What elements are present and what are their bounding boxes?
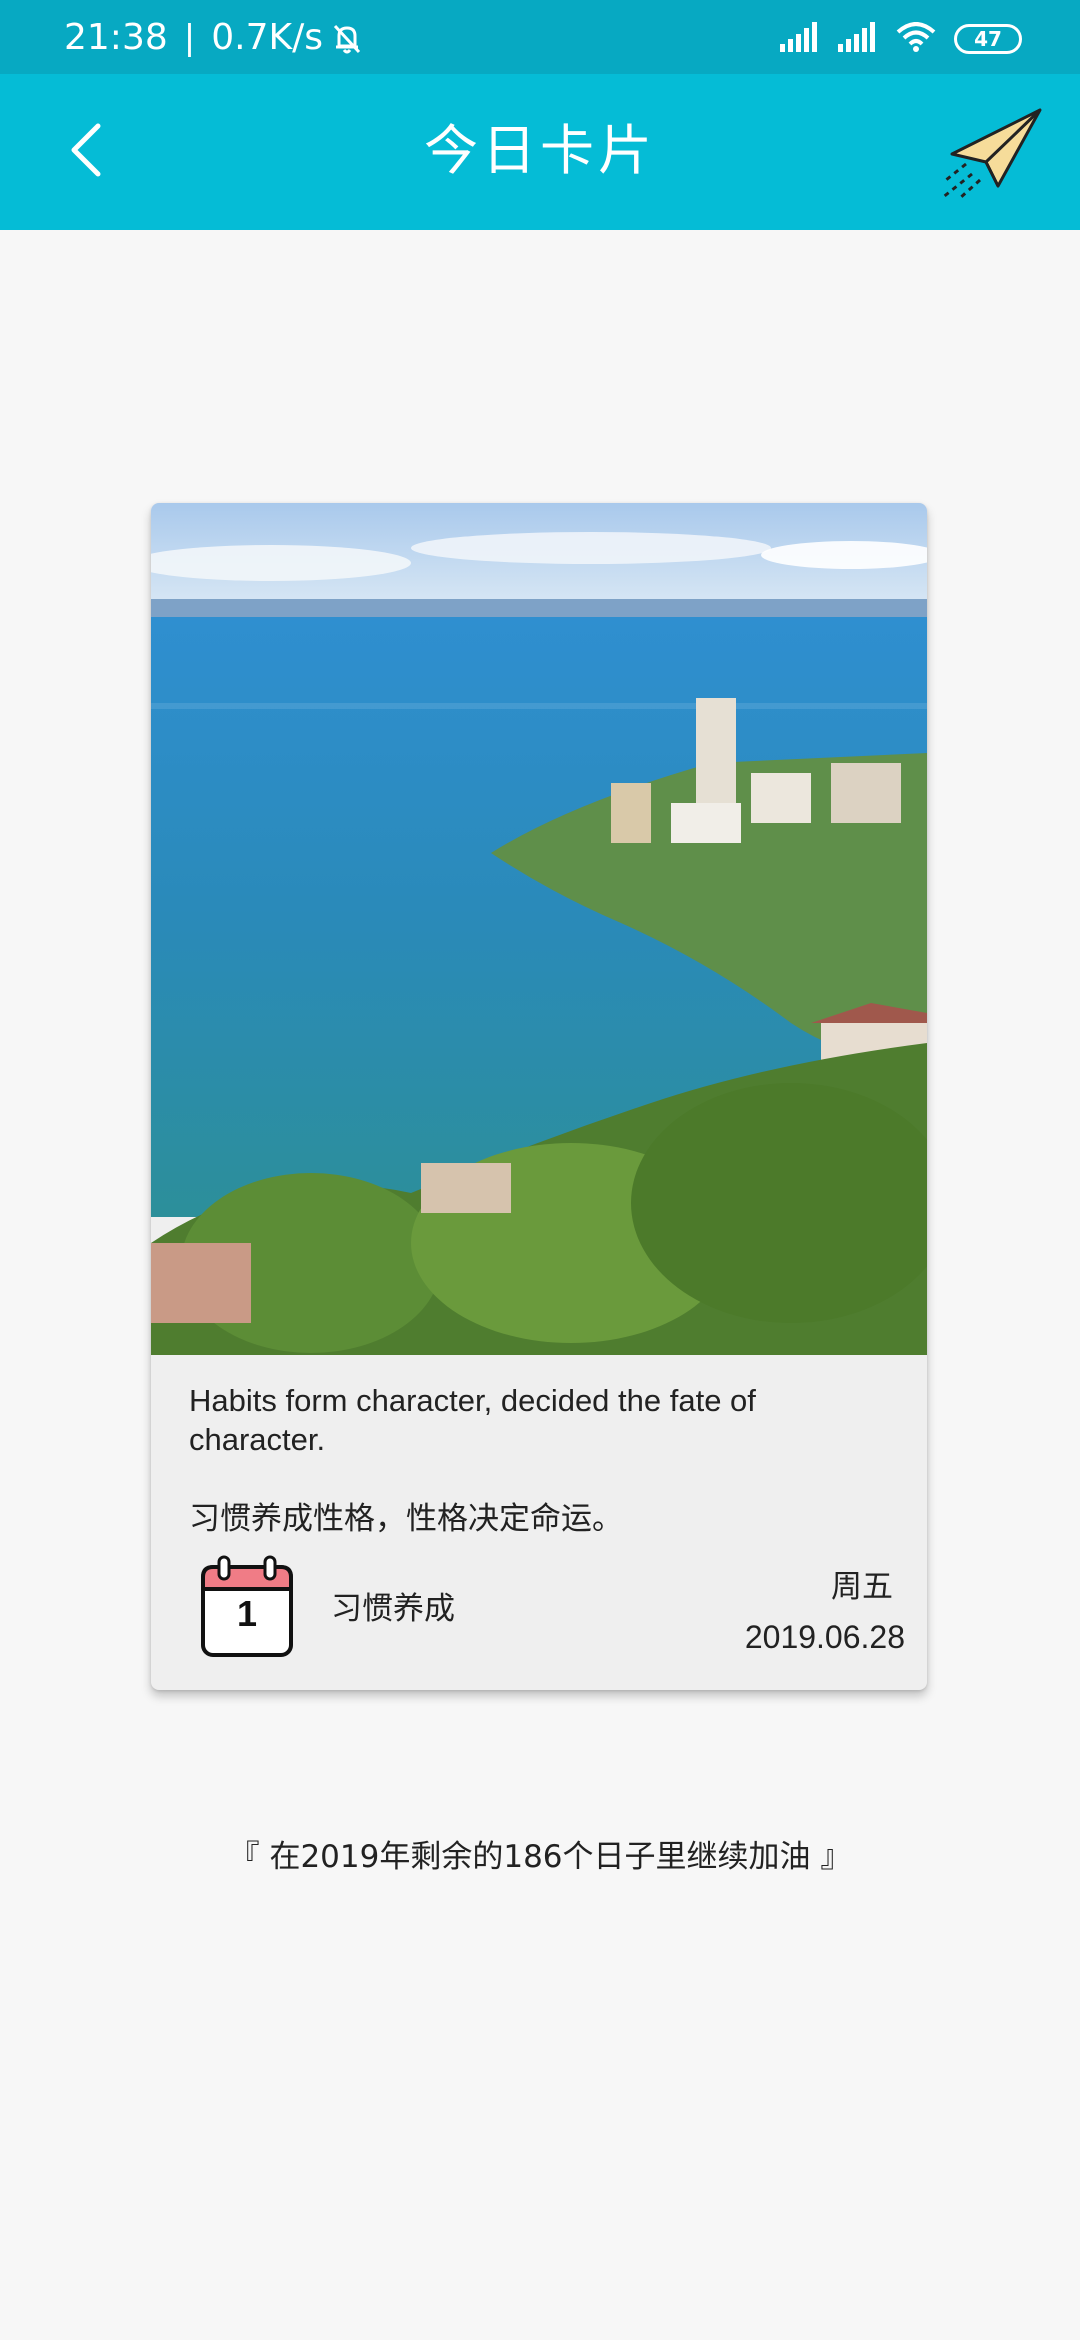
- signal-icon: [838, 22, 878, 56]
- quote-chinese: 习惯养成性格，性格决定命运。: [189, 1501, 623, 1537]
- card-photo: [151, 503, 927, 1355]
- battery-level: 47: [974, 27, 1002, 51]
- habit-name: 习惯养成: [331, 1591, 455, 1627]
- paper-plane-icon: [936, 108, 1046, 204]
- share-button[interactable]: [936, 104, 1046, 200]
- quote-english: Habits form character, decided the fate …: [189, 1383, 756, 1457]
- remaining-days-message: 『 在2019年剩余的186个日子里继续加油 』: [228, 1839, 852, 1875]
- status-separator: |: [183, 18, 196, 58]
- status-right-group: 47: [780, 22, 1022, 56]
- mute-bell-icon: [329, 20, 365, 56]
- date-label: 2019.06.28: [744, 1619, 905, 1655]
- status-time: 21:38: [64, 17, 168, 58]
- app-bar: 今日卡片: [0, 74, 1080, 230]
- calendar-icon: 1: [199, 1553, 295, 1659]
- wifi-icon: [896, 22, 936, 56]
- calendar-day-number: 1: [236, 1593, 258, 1634]
- status-left-group: 21:38 | 0.7K/s: [64, 18, 365, 58]
- battery-icon: 47: [954, 24, 1022, 54]
- weekday-label: 周五: [831, 1569, 893, 1605]
- network-speed: 0.7K/s: [211, 17, 323, 58]
- signal-icon: [780, 22, 820, 56]
- status-bar: 21:38 | 0.7K/s 47: [0, 0, 1080, 74]
- daily-card: Habits form character, decided the fate …: [151, 503, 927, 1690]
- page-title: 今日卡片: [424, 119, 656, 182]
